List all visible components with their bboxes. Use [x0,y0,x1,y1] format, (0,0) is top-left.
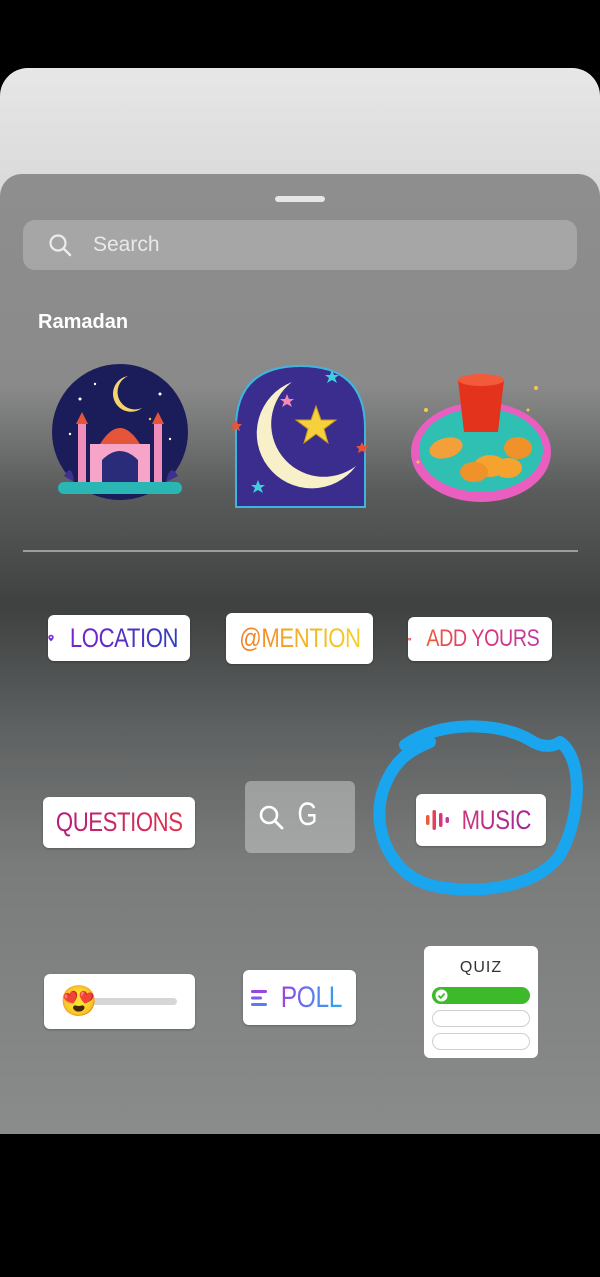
mention-sticker[interactable]: @MENTION [226,613,373,664]
slider-track[interactable] [92,998,177,1005]
emoji-slider-sticker[interactable]: 😍 [44,974,195,1029]
search-bar[interactable]: Search [23,220,577,270]
quiz-sticker[interactable]: QUIZ [424,946,538,1058]
dates-and-tea-sticker[interactable] [408,370,554,510]
add-yours-label: ADD YOURS [426,625,540,652]
search-input[interactable]: Search [93,233,160,257]
music-bars-icon [425,810,449,830]
music-sticker[interactable]: MUSIC [416,794,546,846]
crescent-moon-sticker[interactable] [232,362,370,510]
emoji-heart-eyes-icon: 😍 [60,984,98,1018]
check-icon [435,989,448,1002]
quiz-option [432,1010,530,1027]
poll-lines-icon [251,989,268,1006]
music-label: MUSIC [461,804,531,835]
camera-icon [408,637,412,641]
poll-label: POLL [280,980,343,1014]
location-label: LOCATION [69,622,179,653]
sticker-tray: Search Ramadan LOCATION @MENTION ADD YOU… [0,174,600,1134]
gif-search-label: G [297,796,318,832]
mention-label: @MENTION [238,623,361,653]
add-yours-sticker[interactable]: ADD YOURS [408,617,552,661]
location-pin-icon [48,634,54,642]
search-icon [49,234,72,257]
divider [23,550,578,552]
drag-handle[interactable] [275,196,325,202]
mosque-sticker[interactable] [50,364,190,504]
section-title: Ramadan [38,311,129,333]
gif-search-sticker[interactable]: G [245,781,355,853]
poll-sticker[interactable]: POLL [243,970,356,1025]
quiz-title: QUIZ [459,959,503,976]
search-icon [259,805,284,830]
questions-sticker[interactable]: QUESTIONS [43,797,195,848]
quiz-option [432,1033,530,1050]
location-sticker[interactable]: LOCATION [48,615,190,661]
questions-label: QUESTIONS [55,807,183,837]
quiz-option-correct [432,987,530,1004]
